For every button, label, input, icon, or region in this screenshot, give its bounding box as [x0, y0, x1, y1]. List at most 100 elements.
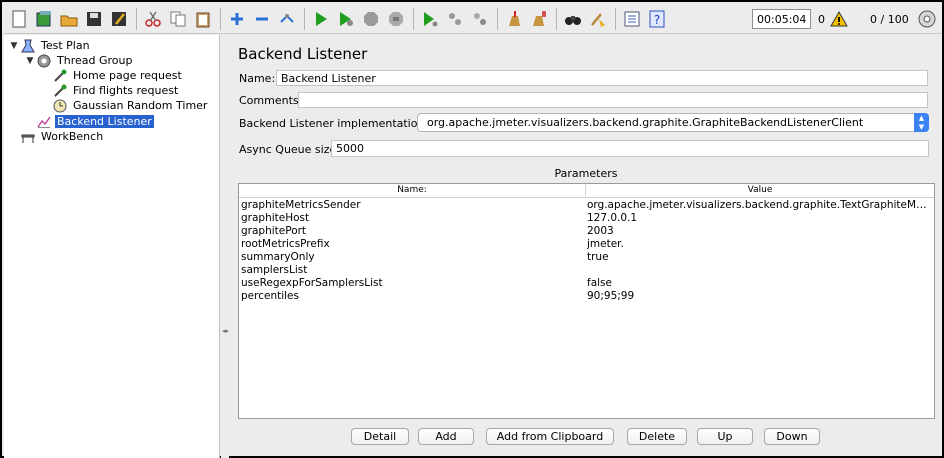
down-button[interactable]: Down — [764, 428, 820, 445]
tree-node-thread-group[interactable]: ▼ Thread Group — [24, 53, 134, 68]
tree-node-label: Find flights request — [73, 84, 179, 97]
toolbar-separator — [304, 7, 305, 30]
search-icon[interactable] — [562, 8, 584, 30]
collapse-icon[interactable] — [251, 8, 273, 30]
parameter-name-cell[interactable]: summaryOnly — [241, 251, 581, 263]
parameter-value-cell[interactable]: true — [587, 251, 932, 263]
tree-node-label: Home page request — [73, 69, 182, 82]
up-button[interactable]: Up — [697, 428, 753, 445]
start-no-pause-icon[interactable] — [335, 8, 357, 30]
clear-all-icon[interactable] — [528, 8, 550, 30]
remote-engines-icon[interactable] — [917, 8, 937, 30]
parameter-value-cell[interactable]: org.apache.jmeter.visualizers.backend.gr… — [587, 199, 932, 211]
reset-search-icon[interactable] — [587, 8, 609, 30]
collapse-triangle-icon[interactable]: ▼ — [8, 41, 20, 51]
warning-icon[interactable] — [830, 8, 848, 30]
column-header-name[interactable]: Name: — [239, 185, 585, 195]
parameter-name-cell[interactable]: graphitePort — [241, 225, 581, 237]
new-icon[interactable] — [8, 8, 30, 30]
paste-icon[interactable] — [192, 8, 214, 30]
tree-node-label: WorkBench — [41, 130, 104, 143]
table-row[interactable]: percentiles 90;95;99 — [239, 290, 934, 303]
add-from-clipboard-button[interactable]: Add from Clipboard — [486, 428, 614, 445]
active-threads: 0 / 100 — [870, 12, 909, 26]
function-helper-icon[interactable] — [621, 8, 643, 30]
table-row[interactable]: summaryOnly true — [239, 251, 934, 264]
sampler-icon — [52, 84, 68, 98]
async-queue-label: Async Queue size — [239, 143, 337, 156]
toolbar-separator — [413, 7, 414, 30]
remote-stop-icon[interactable] — [444, 8, 466, 30]
shutdown-icon[interactable] — [385, 8, 407, 30]
open-icon[interactable] — [58, 8, 80, 30]
clear-icon[interactable] — [503, 8, 525, 30]
remote-start-icon[interactable] — [419, 8, 441, 30]
parameter-value-cell[interactable]: 2003 — [587, 225, 932, 237]
expand-icon[interactable] — [226, 8, 248, 30]
listener-icon — [36, 115, 52, 129]
copy-icon[interactable] — [167, 8, 189, 30]
stop-icon[interactable] — [360, 8, 382, 30]
test-plan-tree: ▼ Test Plan ▼ Thread Group Home page req… — [4, 35, 220, 458]
tree-node-label: Gaussian Random Timer — [73, 99, 208, 112]
templates-icon[interactable] — [33, 8, 55, 30]
implementation-label: Backend Listener implementation — [239, 117, 425, 130]
table-row[interactable]: useRegexpForSamplersList false — [239, 277, 934, 290]
parameters-title: Parameters — [554, 167, 618, 180]
thread-group-icon — [36, 54, 52, 68]
toolbar-separator — [497, 7, 498, 30]
add-button[interactable]: Add — [418, 428, 474, 445]
parameter-name-cell[interactable]: percentiles — [241, 290, 581, 302]
table-row[interactable]: graphiteHost 127.0.0.1 — [239, 212, 934, 225]
save-icon[interactable] — [83, 8, 105, 30]
table-row[interactable]: samplersList — [239, 264, 934, 277]
parameter-name-cell[interactable]: samplersList — [241, 264, 581, 276]
comments-field[interactable] — [298, 92, 928, 108]
elapsed-timer: 00:05:04 — [752, 9, 812, 29]
detail-button[interactable]: Detail — [351, 428, 409, 445]
async-queue-field[interactable]: 5000 — [331, 140, 929, 157]
parameter-name-cell[interactable]: graphiteHost — [241, 212, 581, 224]
split-pane-divider[interactable]: ◂▸ — [221, 35, 229, 458]
start-icon[interactable] — [310, 8, 332, 30]
parameter-value-cell[interactable]: 127.0.0.1 — [587, 212, 932, 224]
name-label: Name: — [239, 72, 276, 85]
backend-listener-panel: Backend Listener Name: Backend Listener … — [230, 35, 942, 458]
collapse-triangle-icon[interactable]: ▼ — [24, 56, 36, 66]
toggle-icon[interactable] — [276, 8, 298, 30]
tree-node-backend-listener[interactable]: Backend Listener — [36, 114, 154, 129]
select-arrows-icon: ▲ ▼ — [914, 113, 929, 132]
parameter-name-cell[interactable]: graphiteMetricsSender — [241, 199, 581, 211]
remote-shutdown-icon[interactable] — [469, 8, 491, 30]
svg-text:?: ? — [654, 13, 660, 27]
column-header-value[interactable]: Value — [586, 185, 934, 195]
toolbar: ? 00:05:04 0 0 / 100 — [4, 4, 942, 34]
cut-icon[interactable] — [142, 8, 164, 30]
save-as-icon[interactable] — [108, 8, 130, 30]
delete-button[interactable]: Delete — [627, 428, 687, 445]
tree-node-workbench[interactable]: WorkBench — [20, 129, 105, 144]
app-window: ? 00:05:04 0 0 / 100 ▼ Test Plan ▼ Threa… — [0, 0, 944, 458]
parameter-value-cell[interactable]: false — [587, 277, 932, 289]
timer-icon — [52, 99, 68, 113]
table-row[interactable]: graphiteMetricsSender org.apache.jmeter.v… — [239, 199, 934, 212]
parameter-value-cell[interactable]: jmeter. — [587, 238, 932, 250]
tree-node-gaussian-random-timer[interactable]: Gaussian Random Timer — [52, 98, 209, 113]
tree-node-find-flights-request[interactable]: Find flights request — [52, 83, 180, 98]
tree-node-home-page-request[interactable]: Home page request — [52, 68, 184, 83]
implementation-select[interactable]: org.apache.jmeter.visualizers.backend.gr… — [417, 113, 929, 132]
help-icon[interactable]: ? — [646, 8, 668, 30]
name-field[interactable]: Backend Listener — [276, 70, 928, 86]
parameter-value-cell[interactable]: 90;95;99 — [587, 290, 932, 302]
parameter-name-cell[interactable]: rootMetricsPrefix — [241, 238, 581, 250]
table-row[interactable]: rootMetricsPrefix jmeter. — [239, 238, 934, 251]
parameters-table[interactable]: Name: Value graphiteMetricsSender org.apa… — [238, 183, 935, 419]
table-row[interactable]: graphitePort 2003 — [239, 225, 934, 238]
error-count: 0 — [818, 12, 825, 26]
parameter-name-cell[interactable]: useRegexpForSamplersList — [241, 277, 581, 289]
tree-node-label: Backend Listener — [55, 115, 154, 128]
tree-node-label: Thread Group — [57, 54, 133, 67]
tree-node-test-plan[interactable]: ▼ Test Plan — [8, 38, 92, 53]
page-title: Backend Listener — [238, 45, 368, 63]
toolbar-separator — [136, 7, 137, 30]
